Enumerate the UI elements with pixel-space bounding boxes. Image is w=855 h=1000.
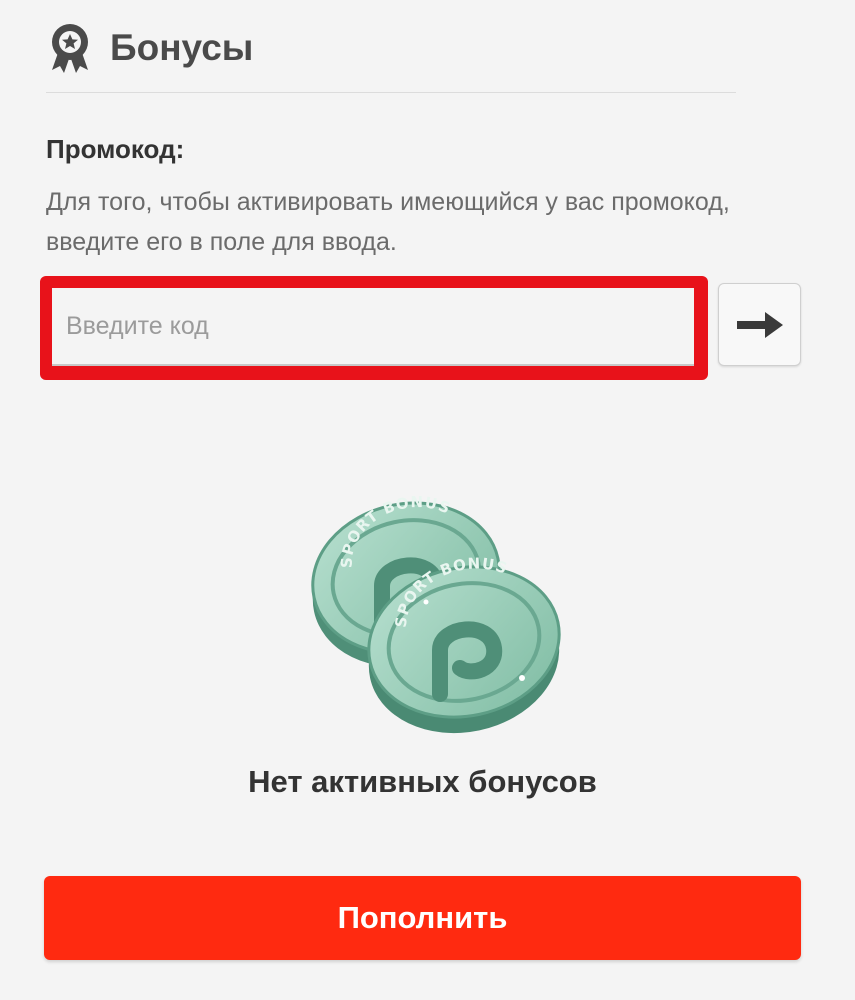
promo-description: Для того, чтобы активировать имеющийся у…: [46, 188, 730, 256]
award-ribbon-icon: [52, 24, 88, 73]
header-divider: [46, 92, 736, 93]
arrow-right-icon: [736, 311, 783, 338]
no-bonuses-message: Нет активных бонусов: [248, 764, 597, 799]
page-title: Бонусы: [110, 27, 254, 68]
page-header: Бонусы: [46, 22, 253, 74]
promo-label: Промокод:: [46, 134, 185, 164]
promo-submit-button[interactable]: [718, 283, 801, 366]
promo-code-input[interactable]: [52, 288, 694, 366]
sport-bonus-coins: SPORT BONUS SPORT BONUS: [311, 493, 561, 734]
deposit-button[interactable]: Пополнить: [44, 876, 801, 960]
